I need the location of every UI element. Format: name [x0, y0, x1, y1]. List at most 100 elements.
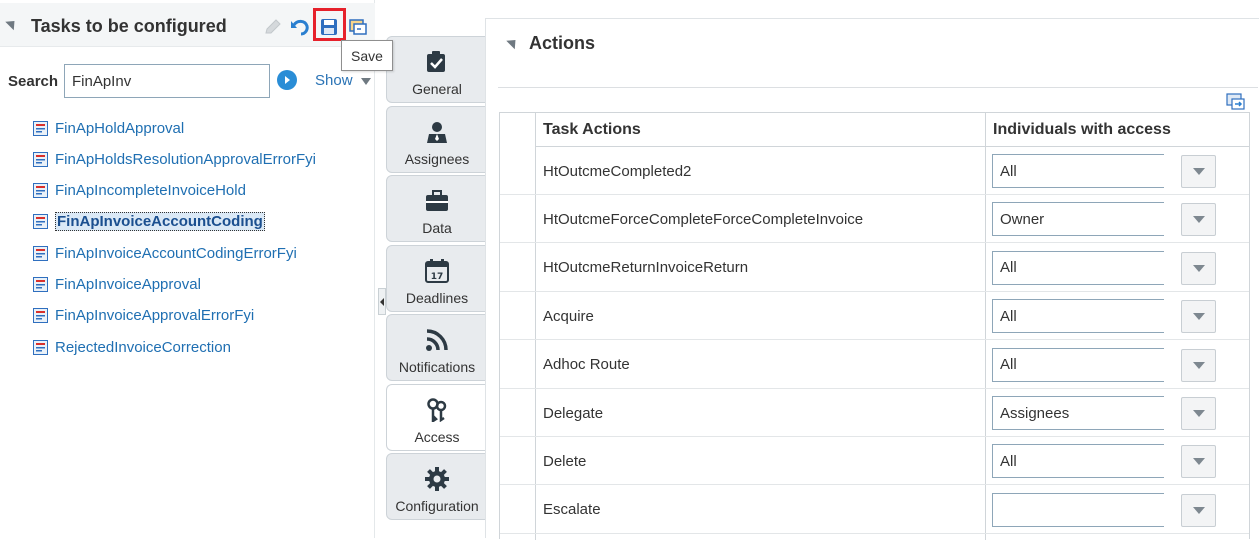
- chevron-down-icon: [1192, 410, 1205, 417]
- chevron-down-icon: [1192, 264, 1205, 272]
- table-row: HtOutcmeReturnInvoiceReturn All: [500, 244, 1249, 292]
- table-row: Escalate: [500, 486, 1249, 534]
- table-row: Adhoc Route All: [500, 341, 1249, 389]
- task-icon: [33, 245, 48, 261]
- task-config-icon[interactable]: [347, 16, 369, 38]
- tab-configuration[interactable]: Configuration: [386, 453, 486, 520]
- table-row: Acquire All: [500, 292, 1249, 341]
- tab-notifications[interactable]: Notifications: [386, 314, 486, 381]
- task-link[interactable]: FinApInvoiceAccountCodingErrorFyi: [55, 245, 297, 262]
- collapse-arrow-icon: [380, 297, 384, 306]
- task-action-cell: HtOutcmeCompleted2: [543, 162, 692, 180]
- access-select[interactable]: [992, 492, 1164, 527]
- panel-title: Tasks to be configured: [31, 16, 227, 36]
- table-row: HtOutcmeForceCompleteForceCompleteInvoic…: [500, 195, 1249, 244]
- dropdown-button[interactable]: [1181, 300, 1216, 334]
- dropdown-button[interactable]: [1181, 445, 1216, 479]
- search-input[interactable]: [64, 64, 270, 98]
- chevron-down-icon: [1192, 216, 1205, 224]
- column-header-task-actions[interactable]: Task Actions: [536, 113, 985, 147]
- access-select[interactable]: All: [992, 154, 1164, 188]
- task-icon: [33, 214, 48, 230]
- show-menu-link[interactable]: Show: [315, 72, 353, 89]
- save-highlight-box: [313, 8, 346, 41]
- undo-icon[interactable]: [289, 16, 311, 38]
- access-select[interactable]: Owner: [992, 202, 1164, 237]
- table-row: HtOutcmeCompleted2 All: [500, 147, 1249, 195]
- task-link[interactable]: FinApHoldApproval: [55, 120, 184, 137]
- search-go-icon[interactable]: [277, 70, 297, 90]
- access-select[interactable]: Assignees: [992, 396, 1164, 430]
- person-icon: [425, 120, 449, 144]
- show-caret-icon[interactable]: [361, 78, 371, 85]
- task-icon: [33, 151, 48, 167]
- task-list-item[interactable]: FinApInvoiceApproval: [33, 274, 201, 296]
- tab-label: Configuration: [395, 498, 479, 514]
- tab-access[interactable]: Access: [386, 384, 486, 451]
- dropdown-button[interactable]: [1181, 251, 1216, 285]
- task-link[interactable]: FinApHoldsResolutionApprovalErrorFyi: [55, 151, 316, 168]
- divider: [498, 87, 1258, 88]
- task-icon: [33, 308, 48, 324]
- dropdown-button[interactable]: [1181, 348, 1216, 382]
- svg-text:17: 17: [431, 272, 444, 282]
- task-list-item[interactable]: FinApHoldsResolutionApprovalErrorFyi: [33, 148, 316, 170]
- access-select[interactable]: All: [992, 444, 1164, 479]
- gear-icon: [425, 467, 449, 491]
- task-link[interactable]: RejectedInvoiceCorrection: [55, 339, 231, 356]
- task-list-item[interactable]: FinApInvoiceAccountCodingErrorFyi: [33, 242, 297, 264]
- chevron-down-icon: [1192, 313, 1205, 321]
- task-link[interactable]: FinApInvoiceApprovalErrorFyi: [55, 307, 254, 324]
- chevron-down-icon: [1192, 506, 1205, 514]
- task-list-item[interactable]: FinApHoldApproval: [33, 117, 184, 139]
- task-link[interactable]: FinApIncompleteInvoiceHold: [55, 182, 246, 199]
- dropdown-button[interactable]: [1181, 203, 1216, 237]
- tab-assignees[interactable]: Assignees: [386, 106, 486, 173]
- detach-table-icon[interactable]: [1226, 92, 1246, 112]
- task-list-item[interactable]: FinApIncompleteInvoiceHold: [33, 180, 246, 202]
- collapse-actions-icon[interactable]: [506, 35, 520, 50]
- dropdown-button[interactable]: [1181, 493, 1216, 527]
- actions-panel: Actions Task Actions Individuals with ac…: [485, 18, 1259, 540]
- chevron-down-icon: [1192, 361, 1205, 369]
- access-select[interactable]: All: [992, 299, 1164, 334]
- collapse-tasks-icon[interactable]: [5, 16, 19, 31]
- calendar-icon: 17: [425, 259, 449, 283]
- table-row: Delete All: [500, 437, 1249, 486]
- task-action-cell: HtOutcmeForceCompleteForceCompleteInvoic…: [543, 210, 864, 228]
- tab-general[interactable]: General: [386, 36, 486, 103]
- tab-label: General: [412, 81, 462, 97]
- tab-data[interactable]: Data: [386, 175, 486, 242]
- panel-splitter[interactable]: [378, 288, 386, 315]
- dropdown-button[interactable]: [1181, 155, 1216, 188]
- task-list-item[interactable]: FinApInvoiceApprovalErrorFyi: [33, 305, 254, 327]
- column-header-individuals[interactable]: Individuals with access: [986, 113, 1249, 147]
- task-link[interactable]: FinApInvoiceApproval: [55, 276, 201, 293]
- keys-icon: [425, 398, 449, 424]
- edit-pencil-icon[interactable]: [262, 16, 284, 38]
- task-action-cell: Escalate: [543, 501, 601, 519]
- tab-label: Access: [414, 429, 460, 445]
- task-icon: [33, 339, 48, 355]
- actions-title: Actions: [529, 33, 596, 53]
- tab-label: Notifications: [398, 359, 476, 375]
- tab-label: Assignees: [404, 151, 470, 167]
- search-label: Search: [8, 73, 59, 90]
- chevron-down-icon: [1192, 168, 1205, 175]
- task-list-item[interactable]: FinApInvoiceAccountCoding: [33, 211, 265, 233]
- task-link[interactable]: FinApInvoiceAccountCoding: [55, 212, 265, 232]
- task-list-item[interactable]: RejectedInvoiceCorrection: [33, 336, 231, 358]
- access-select[interactable]: All: [992, 250, 1164, 285]
- access-select[interactable]: All: [992, 347, 1164, 382]
- table-row: Delegate Assignees: [500, 389, 1249, 437]
- task-action-cell: Delete: [543, 452, 587, 470]
- task-action-cell: Acquire: [543, 307, 594, 325]
- task-action-cell: HtOutcmeReturnInvoiceReturn: [543, 259, 749, 277]
- tab-deadlines[interactable]: 17 Deadlines: [386, 245, 486, 312]
- save-tooltip: Save: [341, 40, 393, 71]
- task-icon: [33, 183, 48, 199]
- dropdown-button[interactable]: [1181, 397, 1216, 430]
- checkbox-icon: [425, 50, 449, 74]
- tab-label: Deadlines: [405, 290, 469, 306]
- tab-label: Data: [422, 220, 452, 236]
